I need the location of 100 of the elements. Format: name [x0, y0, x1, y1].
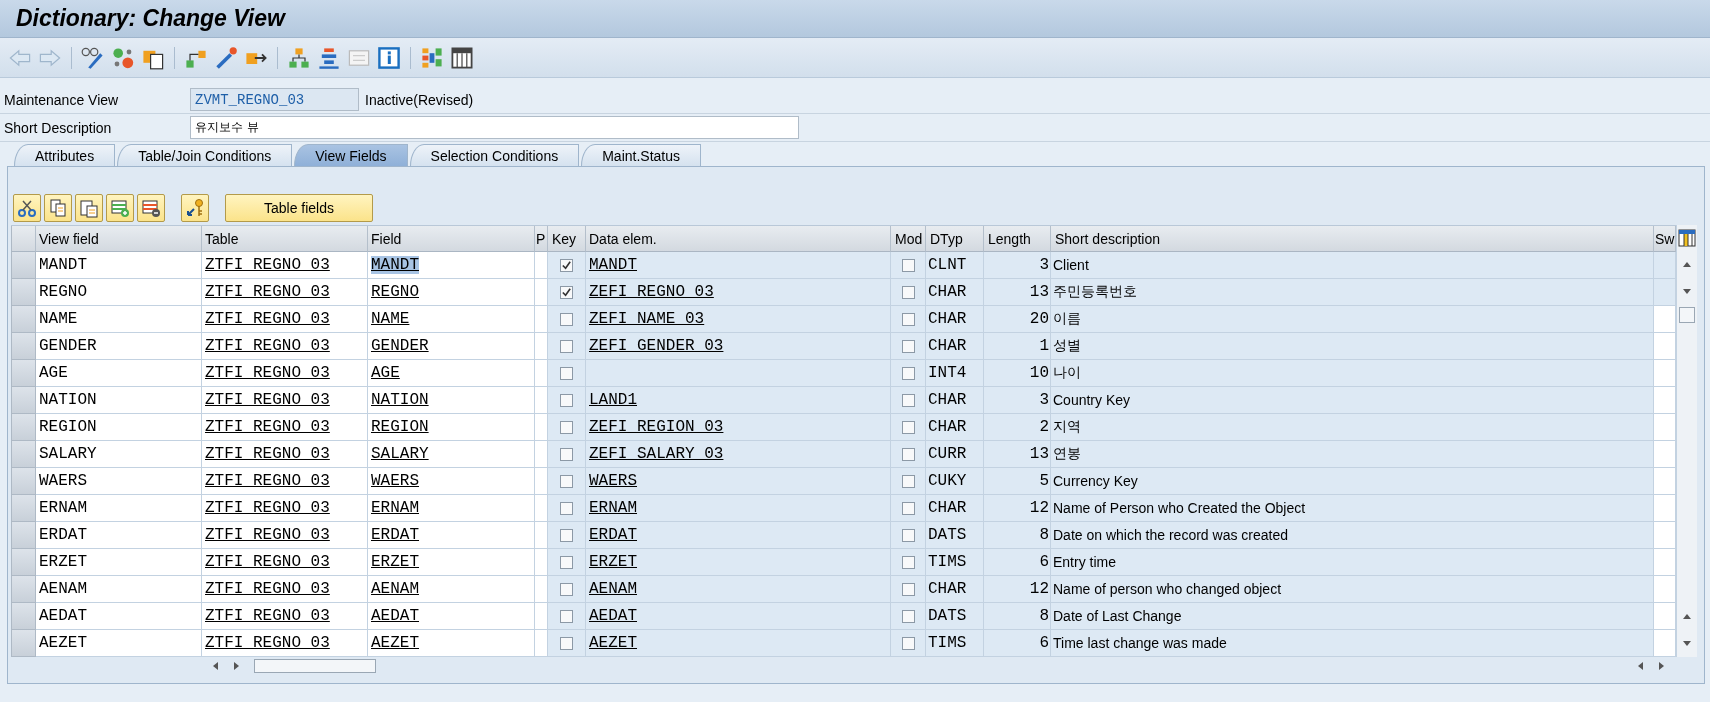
column-header[interactable]: Short description	[1051, 226, 1654, 252]
link[interactable]: ZEFI_NAME_03	[589, 310, 705, 328]
row-selector[interactable]	[11, 522, 36, 549]
paste-button[interactable]	[75, 194, 103, 222]
link[interactable]: ZTFI_REGNO_03	[205, 553, 330, 571]
link[interactable]: AEDAT	[371, 607, 419, 625]
link[interactable]: ZTFI_REGNO_03	[205, 634, 330, 652]
column-settings-icon[interactable]	[1678, 229, 1696, 247]
checkbox[interactable]	[560, 258, 573, 272]
column-header[interactable]: DTyp	[926, 226, 984, 252]
checkbox[interactable]	[901, 636, 915, 650]
row-selector[interactable]	[11, 306, 36, 333]
checkbox[interactable]	[560, 609, 573, 623]
description-field[interactable]: 유지보수 뷰	[190, 116, 799, 139]
row-selector[interactable]	[11, 630, 36, 657]
link[interactable]: ZTFI_REGNO_03	[205, 418, 330, 436]
checkbox[interactable]	[901, 609, 915, 623]
tab[interactable]: Selection Conditions	[409, 144, 580, 166]
column-header[interactable]: Length	[984, 226, 1051, 252]
link[interactable]: AEZET	[589, 634, 637, 652]
link[interactable]: NAME	[371, 310, 410, 328]
key-button[interactable]	[181, 194, 209, 222]
checkbox[interactable]	[901, 447, 915, 461]
link[interactable]: ZTFI_REGNO_03	[205, 472, 330, 490]
link[interactable]: AGE	[371, 364, 400, 382]
column-header[interactable]: P	[535, 226, 548, 252]
scrollbar-thumb[interactable]	[1679, 307, 1695, 323]
column-header[interactable]: Table	[202, 226, 368, 252]
link[interactable]: ZTFI_REGNO_03	[205, 607, 330, 625]
row-selector[interactable]	[11, 252, 36, 279]
tab[interactable]: Table/Join Conditions	[117, 144, 293, 166]
link[interactable]: ERZET	[371, 553, 419, 571]
column-header[interactable]: Field	[368, 226, 535, 252]
table-fields-button[interactable]: Table fields	[225, 194, 373, 222]
link[interactable]: AENAM	[589, 580, 637, 598]
blocks-icon[interactable]	[420, 45, 444, 70]
glasses-pencil-icon[interactable]	[81, 45, 105, 70]
row-selector[interactable]	[11, 495, 36, 522]
checkbox[interactable]	[560, 474, 573, 488]
link[interactable]: REGION	[371, 418, 429, 436]
stack-icon[interactable]	[317, 45, 341, 70]
checkbox[interactable]	[901, 474, 915, 488]
link[interactable]: SALARY	[371, 445, 429, 463]
link[interactable]: ERZET	[589, 553, 637, 571]
tab[interactable]: Maint.Status	[581, 144, 702, 166]
checkbox[interactable]	[560, 366, 573, 380]
link[interactable]: MANDT	[589, 256, 637, 274]
checkbox[interactable]	[560, 528, 573, 542]
link[interactable]: WAERS	[371, 472, 419, 490]
checkbox[interactable]	[560, 447, 573, 461]
row-selector[interactable]	[11, 360, 36, 387]
checkbox[interactable]	[560, 501, 573, 515]
link[interactable]: ZEFI_REGION_03	[589, 418, 724, 436]
row-selector[interactable]	[11, 279, 36, 306]
row-selector[interactable]	[11, 549, 36, 576]
table-icon[interactable]	[450, 45, 474, 70]
row-selector[interactable]	[11, 414, 36, 441]
checkbox[interactable]	[560, 636, 573, 650]
link[interactable]: LAND1	[589, 391, 637, 409]
cut-button[interactable]	[13, 194, 41, 222]
checkbox[interactable]	[901, 582, 915, 596]
checkbox[interactable]	[901, 555, 915, 569]
checkbox[interactable]	[901, 366, 915, 380]
checkbox[interactable]	[560, 285, 573, 299]
link[interactable]: ZTFI_REGNO_03	[205, 310, 330, 328]
circles-icon[interactable]	[111, 45, 135, 70]
row-selector[interactable]	[11, 603, 36, 630]
row-selector[interactable]	[11, 441, 36, 468]
checkbox[interactable]	[901, 339, 915, 353]
link[interactable]: ZTFI_REGNO_03	[205, 283, 330, 301]
link[interactable]: WAERS	[589, 472, 637, 490]
column-header[interactable]: Data elem.	[586, 226, 891, 252]
checkbox[interactable]	[901, 285, 915, 299]
link[interactable]: ZTFI_REGNO_03	[205, 364, 330, 382]
link[interactable]: ZTFI_REGNO_03	[205, 526, 330, 544]
column-header[interactable]: View field	[36, 226, 202, 252]
copy-button[interactable]	[44, 194, 72, 222]
column-header[interactable]: Mod	[891, 226, 926, 252]
row-selector[interactable]	[11, 468, 36, 495]
link[interactable]: ERDAT	[371, 526, 419, 544]
link[interactable]: ERNAM	[371, 499, 419, 517]
tab[interactable]: Attributes	[14, 144, 116, 166]
link[interactable]: AEDAT	[589, 607, 637, 625]
row-selector[interactable]	[11, 576, 36, 603]
link[interactable]: ZTFI_REGNO_03	[205, 499, 330, 517]
checkbox[interactable]	[560, 339, 573, 353]
link[interactable]: ZTFI_REGNO_03	[205, 580, 330, 598]
link[interactable]: ZEFI_REGNO_03	[589, 283, 714, 301]
scrollbar-thumb[interactable]	[254, 659, 376, 673]
link[interactable]: GENDER	[371, 337, 429, 355]
checkbox[interactable]	[901, 420, 915, 434]
link[interactable]: NATION	[371, 391, 429, 409]
checkbox[interactable]	[901, 258, 915, 272]
link[interactable]: REGNO	[371, 283, 419, 301]
checkbox[interactable]	[560, 555, 573, 569]
delete-row-button[interactable]	[137, 194, 165, 222]
row-selector[interactable]	[11, 333, 36, 360]
checkbox[interactable]	[901, 312, 915, 326]
hierarchy-icon[interactable]	[287, 45, 311, 70]
insert-row-button[interactable]	[106, 194, 134, 222]
